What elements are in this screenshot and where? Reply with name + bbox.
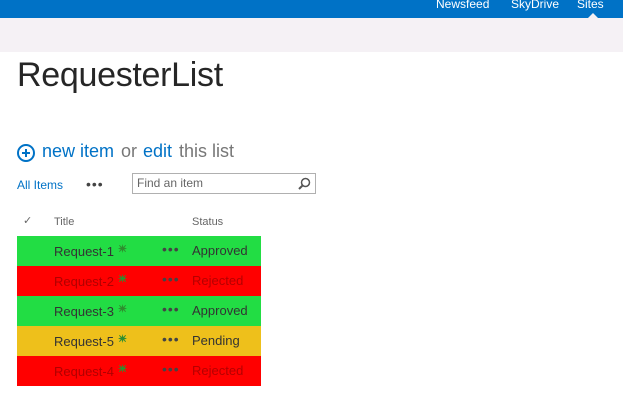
column-header-status[interactable]: Status: [192, 216, 223, 228]
select-all-check-icon[interactable]: ✓: [23, 214, 32, 227]
nav-sites[interactable]: Sites: [577, 0, 604, 11]
table-row[interactable]: Request-1 ••• Approved: [17, 236, 261, 266]
table-row[interactable]: Request-2 ••• Rejected: [17, 266, 261, 296]
search-icon[interactable]: [298, 177, 311, 190]
item-menu-button[interactable]: •••: [162, 301, 180, 317]
new-item-sparkle-icon: [118, 274, 127, 283]
list-view: Request-1 ••• Approved Request-2 ••• Rej…: [17, 236, 261, 386]
this-list-label: this list: [179, 141, 235, 161]
item-menu-button[interactable]: •••: [162, 331, 180, 347]
item-menu-button[interactable]: •••: [162, 271, 180, 287]
new-item-link[interactable]: new item: [42, 141, 114, 162]
item-title-link[interactable]: Request-5: [54, 334, 114, 349]
item-status: Approved: [192, 303, 248, 318]
suite-bar: Newsfeed SkyDrive Sites: [0, 0, 623, 18]
table-row[interactable]: Request-4 ••• Rejected: [17, 356, 261, 386]
item-status: Rejected: [192, 273, 244, 288]
item-status: Approved: [192, 243, 248, 258]
item-status: Rejected: [192, 363, 244, 378]
page-title: RequesterList: [17, 56, 223, 94]
new-item-sparkle-icon: [118, 244, 127, 253]
item-menu-button[interactable]: •••: [162, 361, 180, 377]
column-header-title[interactable]: Title: [54, 216, 74, 228]
item-menu-button[interactable]: •••: [162, 241, 180, 257]
item-title-link[interactable]: Request-4: [54, 364, 114, 379]
nav-skydrive[interactable]: SkyDrive: [511, 0, 559, 11]
table-row[interactable]: Request-5 ••• Pending: [17, 326, 261, 356]
edit-link[interactable]: edit: [143, 141, 172, 162]
view-more-menu[interactable]: •••: [86, 176, 104, 192]
add-circle-icon[interactable]: [17, 144, 35, 162]
item-title-link[interactable]: Request-3: [54, 304, 114, 319]
ribbon-bar: [0, 18, 623, 52]
item-title-link[interactable]: Request-2: [54, 274, 114, 289]
new-item-sparkle-icon: [118, 364, 127, 373]
item-status: Pending: [192, 333, 240, 348]
view-all-items[interactable]: All Items: [17, 178, 63, 192]
new-item-sparkle-icon: [118, 334, 127, 343]
table-row[interactable]: Request-3 ••• Approved: [17, 296, 261, 326]
search-input[interactable]: [137, 175, 287, 191]
nav-newsfeed[interactable]: Newsfeed: [436, 0, 489, 11]
new-item-sparkle-icon: [118, 304, 127, 313]
item-title-link[interactable]: Request-1: [54, 244, 114, 259]
or-label: or: [121, 141, 138, 161]
search-box[interactable]: [132, 173, 316, 194]
